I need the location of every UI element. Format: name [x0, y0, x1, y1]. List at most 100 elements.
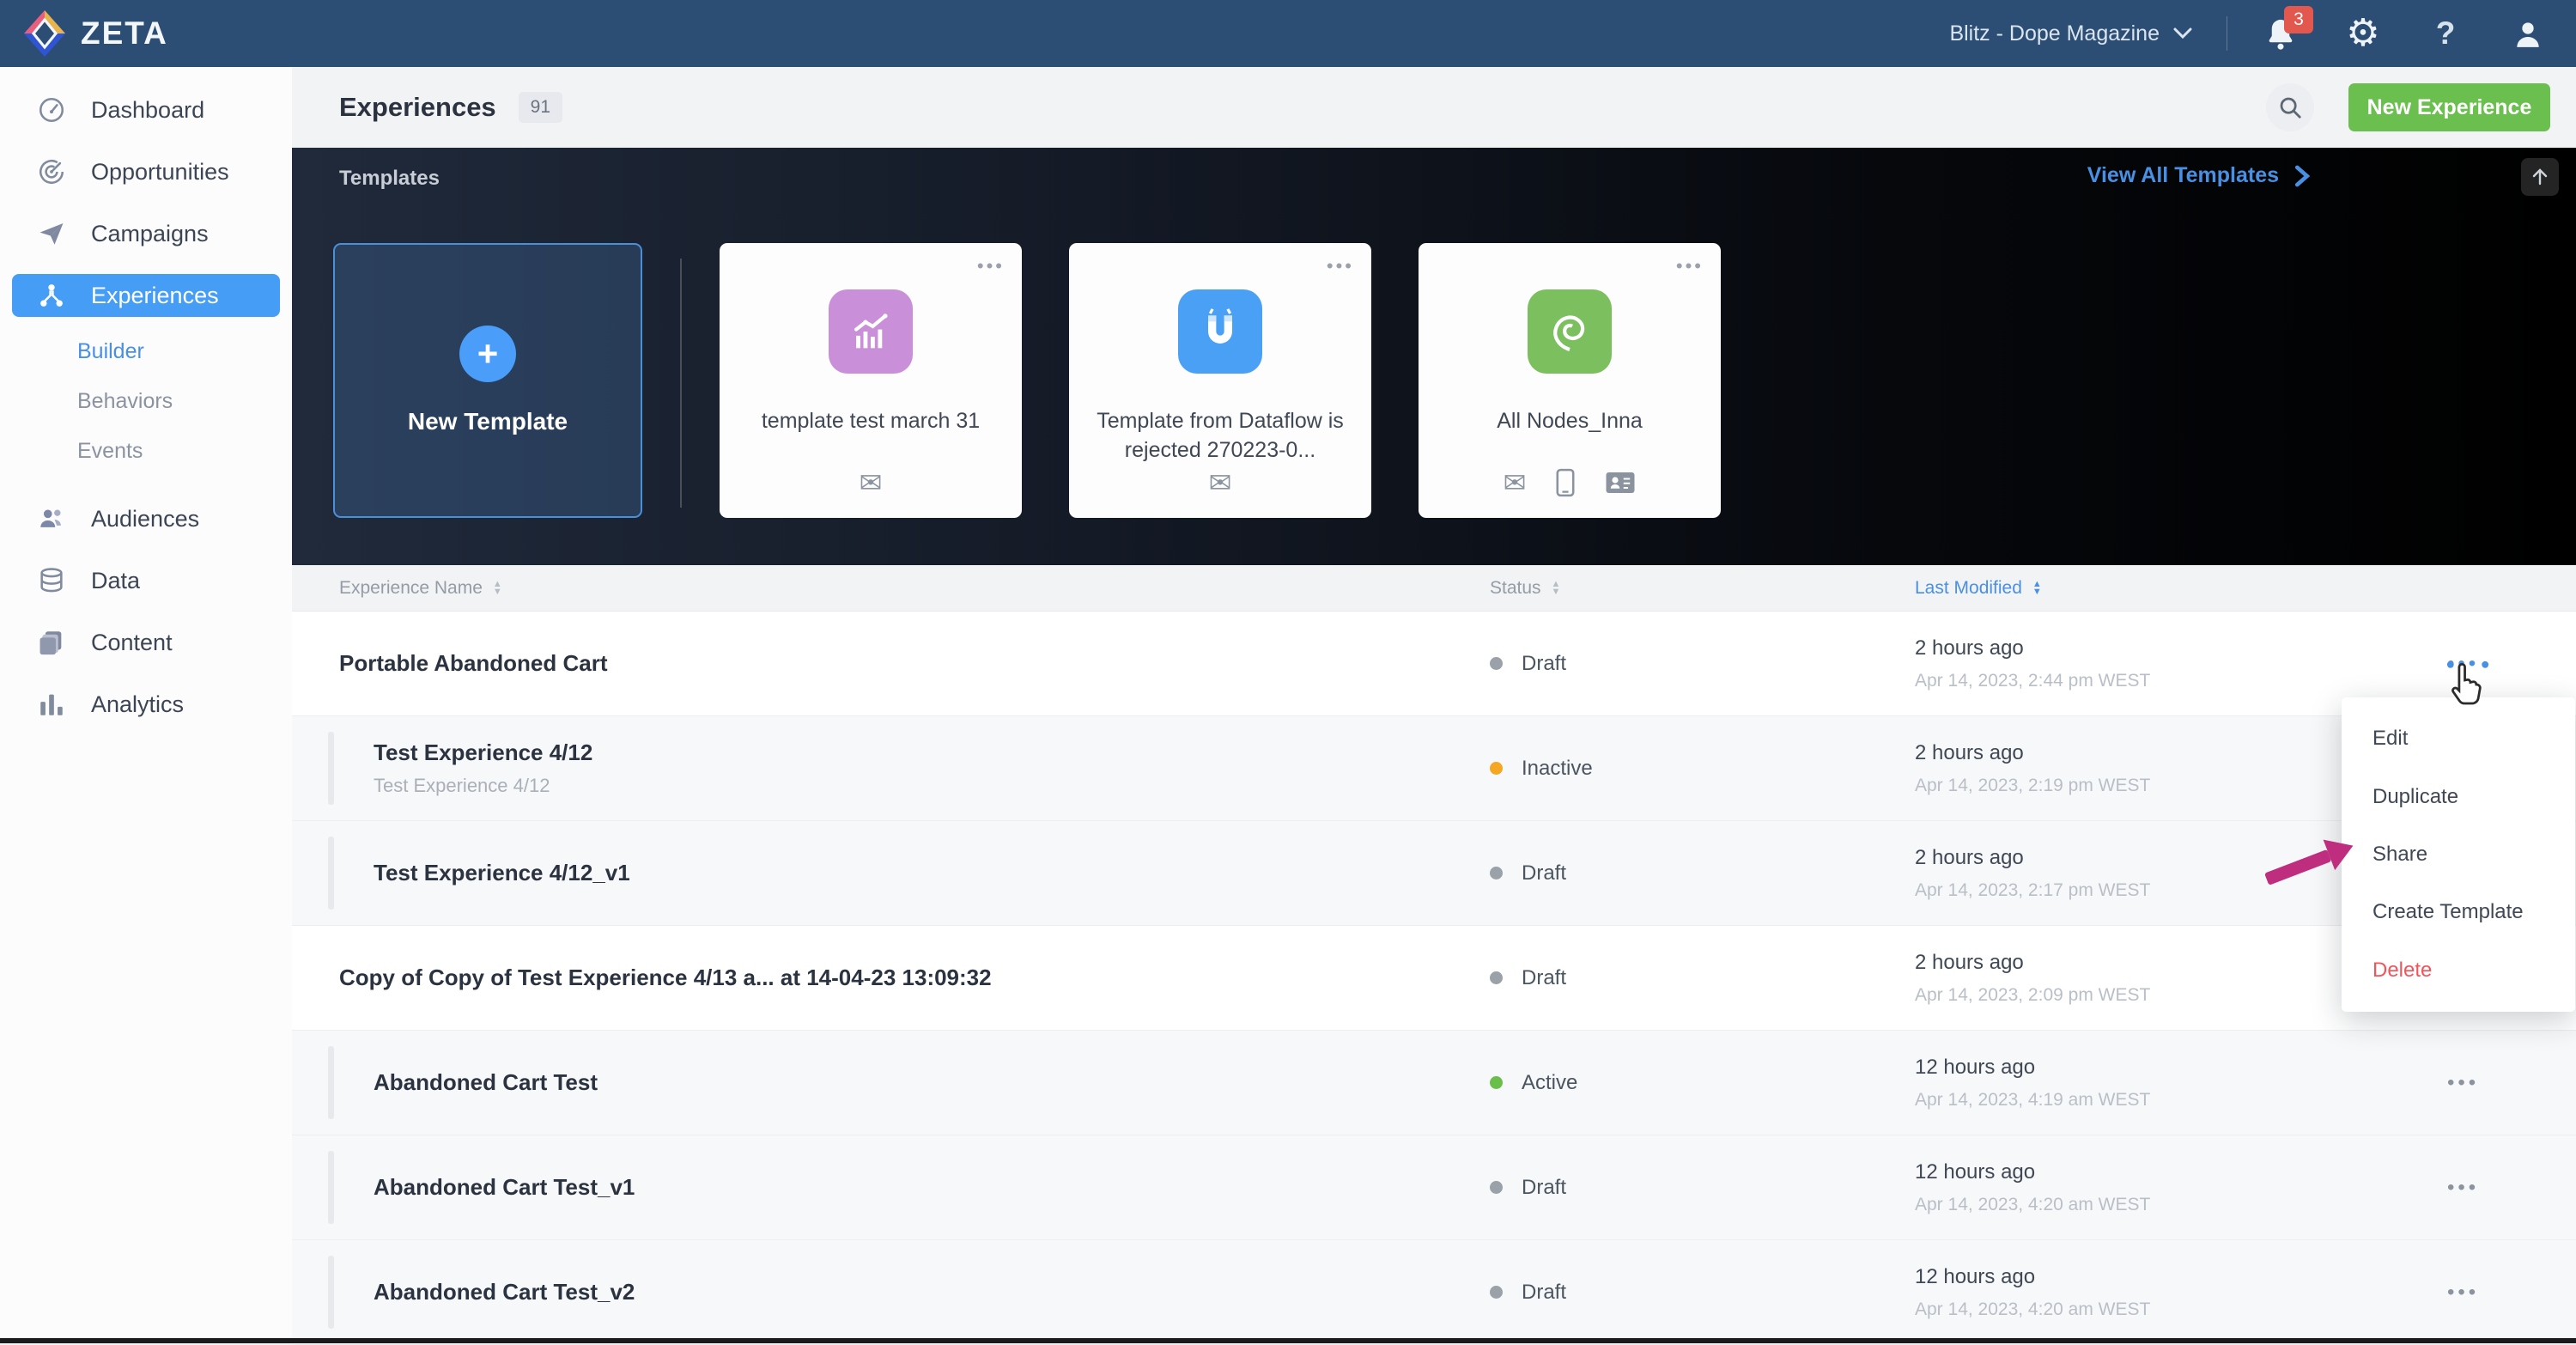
user-icon — [2512, 17, 2544, 50]
chart-icon — [829, 289, 913, 374]
sidebar-item-content[interactable]: Content — [0, 612, 292, 673]
status-badge: Draft — [1490, 926, 1566, 1030]
sidebar-item-experiences[interactable]: Experiences — [12, 274, 280, 317]
table-header: Experience Name ▲▼ Status ▲▼ Last Modifi… — [292, 565, 2576, 612]
view-all-templates-link[interactable]: View All Templates — [2087, 163, 2310, 188]
arrow-up-icon — [2530, 167, 2550, 187]
status-dot — [1490, 657, 1503, 670]
menu-item-duplicate[interactable]: Duplicate — [2342, 772, 2575, 822]
paper-plane-icon — [36, 219, 67, 248]
mobile-channel-icon — [1555, 468, 1576, 497]
new-template-label: New Template — [408, 408, 568, 435]
template-menu-button[interactable]: ••• — [1327, 255, 1354, 277]
group-indent-bar — [328, 1151, 334, 1224]
swirl-icon — [1528, 289, 1612, 374]
table-row[interactable]: Copy of Copy of Test Experience 4/13 a..… — [292, 926, 2576, 1031]
table-row[interactable]: Abandoned Cart Test_v2 Draft 12 hours ag… — [292, 1240, 2576, 1345]
plus-icon: + — [459, 326, 516, 382]
gear-icon: ⚙ — [2346, 15, 2379, 52]
sidebar-subitem-builder[interactable]: Builder — [0, 326, 292, 376]
settings-button[interactable]: ⚙ — [2344, 15, 2382, 52]
template-card[interactable]: ••• Template from Dataflow is rejected 2… — [1069, 243, 1371, 518]
status-dot — [1490, 971, 1503, 984]
sort-icon: ▲▼ — [493, 581, 502, 596]
sidebar-item-label: Dashboard — [91, 97, 204, 124]
email-channel-icon: ✉ — [1504, 466, 1527, 499]
status-dot — [1490, 1181, 1503, 1194]
hand-cursor-icon — [2444, 658, 2492, 715]
menu-item-delete[interactable]: Delete — [2342, 946, 2575, 995]
experience-count-badge: 91 — [519, 92, 562, 123]
profile-button[interactable] — [2509, 15, 2547, 52]
group-indent-bar — [328, 732, 334, 805]
template-card[interactable]: ••• template test march 31 ✉ — [720, 243, 1022, 518]
sidebar-item-label: Data — [91, 568, 140, 594]
table-row[interactable]: Abandoned Cart Test_v1 Draft 12 hours ag… — [292, 1135, 2576, 1240]
sidebar-item-label: Analytics — [91, 691, 184, 718]
menu-item-create-template[interactable]: Create Template — [2342, 887, 2575, 937]
row-menu-button[interactable]: ••• — [2447, 1071, 2479, 1095]
notifications-button[interactable]: 3 — [2262, 15, 2300, 52]
search-button[interactable] — [2266, 83, 2314, 131]
row-menu-button[interactable]: ••• — [2447, 1281, 2479, 1305]
column-header-last-modified[interactable]: Last Modified ▲▼ — [1915, 565, 2042, 612]
menu-item-share[interactable]: Share — [2342, 830, 2575, 879]
status-dot — [1490, 1286, 1503, 1299]
experiences-flow-icon — [36, 281, 67, 310]
sidebar-item-campaigns[interactable]: Campaigns — [0, 203, 292, 265]
sidebar-item-dashboard[interactable]: Dashboard — [0, 79, 292, 141]
bottom-edge — [0, 1338, 2576, 1343]
notification-badge: 3 — [2284, 6, 2313, 33]
status-badge: Active — [1490, 1031, 1577, 1135]
status-badge: Draft — [1490, 1135, 1566, 1239]
template-title: Template from Dataflow is rejected 27022… — [1069, 406, 1371, 465]
magnet-icon — [1178, 289, 1262, 374]
search-icon — [2277, 94, 2303, 120]
zeta-logo: ZETA — [0, 10, 168, 57]
row-context-menu: Edit Duplicate Share Create Template Del… — [2342, 697, 2575, 1012]
status-badge: Draft — [1490, 612, 1566, 715]
sidebar-item-label: Experiences — [91, 283, 219, 309]
email-channel-icon: ✉ — [860, 466, 883, 499]
zeta-diamond-icon — [24, 10, 65, 57]
sidebar-subitem-behaviors[interactable]: Behaviors — [0, 376, 292, 426]
table-row[interactable]: Portable Abandoned Cart Draft 2 hours ag… — [292, 612, 2576, 716]
template-card[interactable]: ••• All Nodes_Inna ✉ — [1419, 243, 1721, 518]
sidebar-item-data[interactable]: Data — [0, 550, 292, 612]
column-header-experience-name[interactable]: Experience Name ▲▼ — [339, 565, 502, 612]
column-header-status[interactable]: Status ▲▼ — [1490, 565, 1560, 612]
group-indent-bar — [328, 1046, 334, 1119]
bar-chart-icon — [36, 690, 67, 719]
new-template-card[interactable]: + New Template — [333, 243, 642, 518]
table-row[interactable]: Test Experience 4/12_v1 Draft 2 hours ag… — [292, 821, 2576, 926]
sidebar-item-analytics[interactable]: Analytics — [0, 673, 292, 735]
status-dot — [1490, 1076, 1503, 1089]
new-experience-button[interactable]: New Experience — [2348, 83, 2550, 131]
help-button[interactable]: ? — [2427, 15, 2464, 52]
sidebar-subitem-events[interactable]: Events — [0, 426, 292, 476]
template-menu-button[interactable]: ••• — [977, 255, 1005, 277]
sidebar: Dashboard Opportunities Campaigns Experi… — [0, 67, 292, 1343]
collapse-templates-button[interactable] — [2521, 158, 2559, 196]
brand-name: ZETA — [81, 15, 168, 52]
cards-divider — [680, 259, 682, 508]
status-badge: Inactive — [1490, 716, 1593, 820]
template-title: All Nodes_Inna — [1474, 406, 1665, 435]
sidebar-item-audiences[interactable]: Audiences — [0, 488, 292, 550]
menu-item-edit[interactable]: Edit — [2342, 714, 2575, 764]
chevron-down-icon — [2173, 27, 2192, 40]
experiences-table: Experience Name ▲▼ Status ▲▼ Last Modifi… — [292, 565, 2576, 1345]
database-icon — [36, 566, 67, 595]
table-row[interactable]: Test Experience 4/12Test Experience 4/12… — [292, 716, 2576, 821]
row-menu-button[interactable]: ••• — [2447, 1176, 2479, 1200]
sidebar-item-opportunities[interactable]: Opportunities — [0, 141, 292, 203]
status-dot — [1490, 762, 1503, 775]
template-menu-button[interactable]: ••• — [1676, 255, 1704, 277]
group-indent-bar — [328, 1256, 334, 1329]
status-badge: Draft — [1490, 821, 1566, 925]
account-selector[interactable]: Blitz - Dope Magazine — [1949, 21, 2227, 46]
page-title: Experiences — [339, 92, 496, 123]
table-row[interactable]: Abandoned Cart Test Active 12 hours agoA… — [292, 1031, 2576, 1135]
group-indent-bar — [328, 837, 334, 910]
sort-icon: ▲▼ — [2032, 581, 2042, 596]
